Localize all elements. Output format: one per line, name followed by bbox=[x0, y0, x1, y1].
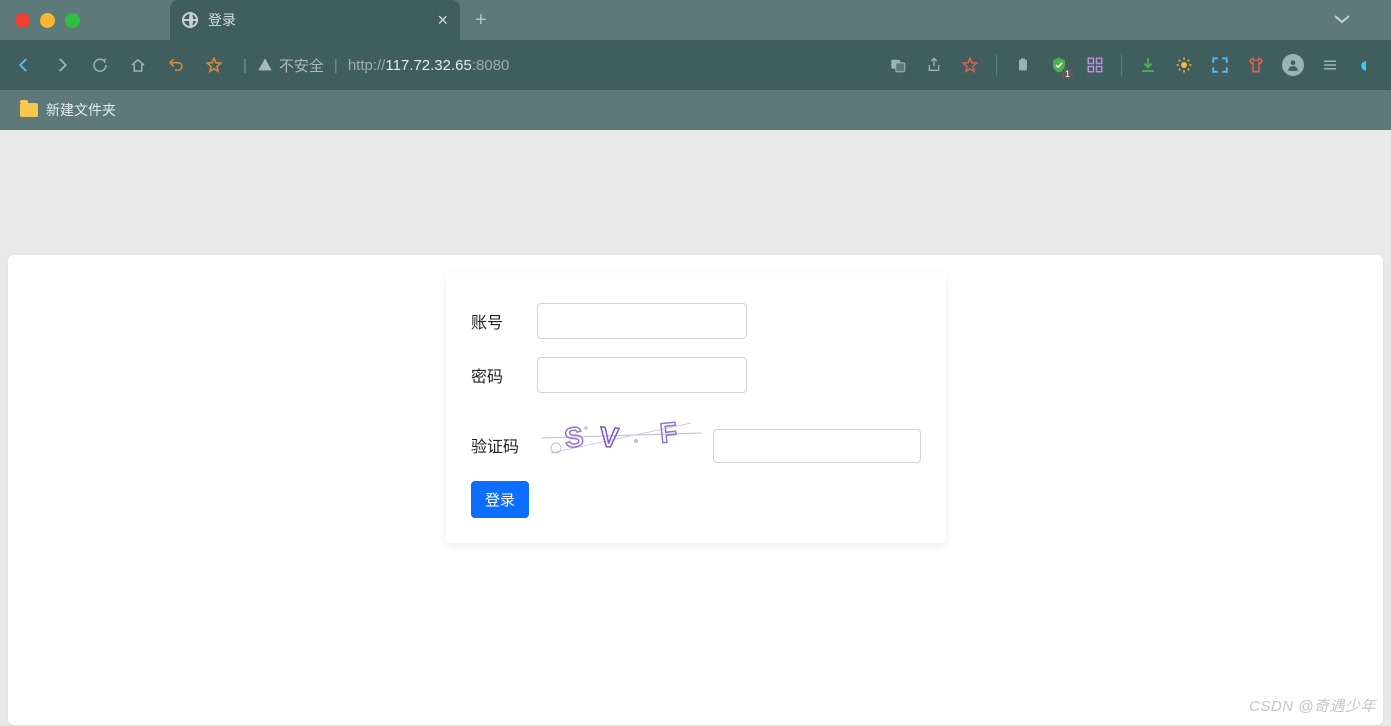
expand-icon[interactable] bbox=[1210, 55, 1230, 75]
bookmarks-bar: 新建文件夹 bbox=[0, 90, 1391, 130]
star-outline-icon[interactable] bbox=[960, 55, 980, 75]
window-maximize-button[interactable] bbox=[65, 13, 80, 28]
home-button[interactable] bbox=[129, 56, 147, 74]
watermark: CSDN @奇遇少年 bbox=[1249, 695, 1376, 716]
apps-icon[interactable] bbox=[1085, 55, 1105, 75]
download-icon[interactable] bbox=[1138, 55, 1158, 75]
forward-button[interactable] bbox=[53, 56, 71, 74]
captcha-label: 验证码 bbox=[471, 433, 529, 457]
captcha-input[interactable] bbox=[713, 429, 921, 463]
tab-title: 登录 bbox=[208, 10, 427, 30]
browser-toolbar: | 不安全 | http://117.72.32.65:8080 bbox=[0, 40, 1391, 90]
password-input[interactable] bbox=[537, 357, 747, 393]
favorite-button[interactable] bbox=[205, 56, 223, 74]
avatar-icon[interactable] bbox=[1282, 54, 1304, 76]
shield-icon[interactable]: 1 bbox=[1049, 55, 1069, 75]
window-minimize-button[interactable] bbox=[40, 13, 55, 28]
undo-button[interactable] bbox=[167, 56, 185, 74]
close-tab-icon[interactable]: × bbox=[437, 10, 448, 31]
back-button[interactable] bbox=[15, 56, 33, 74]
separator bbox=[1121, 54, 1122, 76]
globe-icon bbox=[182, 12, 198, 28]
new-tab-button[interactable]: + bbox=[475, 9, 487, 32]
window-close-button[interactable] bbox=[15, 13, 30, 28]
share-icon[interactable] bbox=[924, 55, 944, 75]
shirt-icon[interactable] bbox=[1246, 55, 1266, 75]
svg-text:V: V bbox=[598, 421, 620, 454]
refresh-button[interactable] bbox=[91, 56, 109, 74]
address-bar[interactable]: | 不安全 | http://117.72.32.65:8080 bbox=[243, 55, 868, 76]
separator bbox=[996, 54, 997, 76]
chevron-down-icon[interactable] bbox=[1333, 12, 1351, 30]
security-warning[interactable]: 不安全 bbox=[257, 55, 324, 76]
menu-icon[interactable] bbox=[1320, 55, 1340, 75]
window-controls bbox=[15, 13, 80, 28]
folder-icon bbox=[20, 103, 38, 117]
extension-icon[interactable]: ◐ bbox=[1356, 55, 1376, 75]
svg-text:F: F bbox=[658, 416, 678, 449]
page-background: 账号 密码 验证码 S V F 登录 bbox=[0, 130, 1391, 726]
tab-strip: 登录 × + bbox=[0, 0, 1391, 40]
login-panel: 账号 密码 验证码 S V F 登录 bbox=[446, 273, 946, 543]
browser-tab[interactable]: 登录 × bbox=[170, 0, 460, 40]
sun-icon[interactable] bbox=[1174, 55, 1194, 75]
translate-icon[interactable] bbox=[888, 55, 908, 75]
warning-icon bbox=[257, 57, 273, 73]
bookmark-folder[interactable]: 新建文件夹 bbox=[46, 100, 116, 120]
svg-text:S: S bbox=[562, 421, 585, 454]
account-input[interactable] bbox=[537, 303, 747, 339]
login-button[interactable]: 登录 bbox=[471, 481, 529, 518]
password-label: 密码 bbox=[471, 363, 529, 387]
shield-badge: 1 bbox=[1062, 69, 1073, 79]
clipboard-icon[interactable] bbox=[1013, 55, 1033, 75]
account-label: 账号 bbox=[471, 309, 529, 333]
captcha-image[interactable]: S V F bbox=[541, 413, 701, 463]
url-display: http://117.72.32.65:8080 bbox=[348, 57, 510, 74]
